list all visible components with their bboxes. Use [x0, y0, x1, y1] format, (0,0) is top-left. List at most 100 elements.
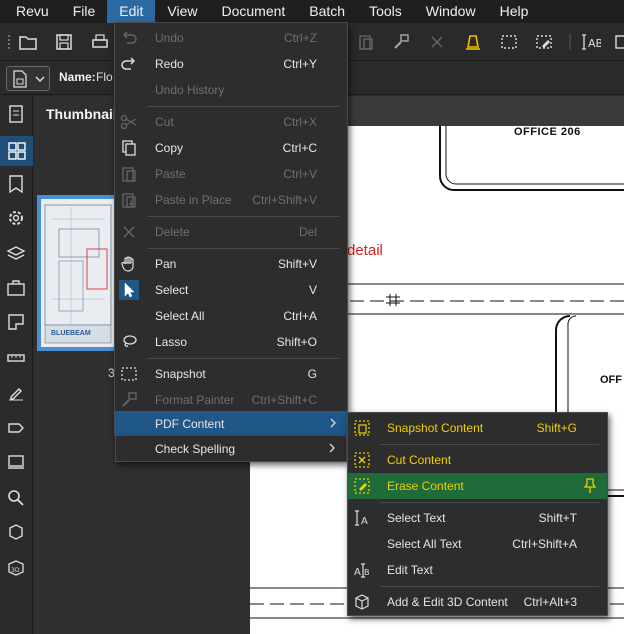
bookmarks-icon[interactable]: [4, 172, 28, 196]
edit-menu: Undo Ctrl+Z Redo Ctrl+Y Undo History Cut…: [114, 22, 348, 437]
menu-item-pdf-content[interactable]: PDF Content: [115, 411, 347, 437]
menu-item-check-spelling[interactable]: Check Spelling: [115, 436, 347, 462]
name-value: Flo: [96, 70, 113, 84]
cursor-arrow-icon: [119, 280, 139, 300]
signature-pen-icon[interactable]: [4, 380, 28, 404]
menu-item-format-painter[interactable]: Format Painter Ctrl+Shift+C: [115, 387, 347, 413]
svg-text:A: A: [361, 516, 368, 527]
room-label-office: OFF: [600, 374, 622, 386]
measure-ruler-icon[interactable]: [4, 346, 28, 370]
menu-item-copy[interactable]: Copy Ctrl+C: [115, 135, 347, 161]
submenu-item-add-edit-3d-content[interactable]: Add & Edit 3D Content Ctrl+Alt+3: [348, 589, 607, 615]
select-text-toolbar-icon[interactable]: AB: [580, 31, 602, 53]
menu-bar: Revu File Edit View Document Batch Tools…: [0, 0, 624, 23]
submenu-item-select-all-text[interactable]: Select All Text Ctrl+Shift+A: [348, 531, 607, 557]
menu-item-select-all[interactable]: Select All Ctrl+A: [115, 303, 347, 329]
menu-item-undo-history[interactable]: Undo History: [115, 77, 347, 103]
snapshot-content-toolbar-icon[interactable]: [612, 31, 624, 53]
menu-item-delete[interactable]: Delete Del: [115, 219, 347, 245]
submenu-arrow-icon: [329, 417, 337, 432]
menu-edit[interactable]: Edit: [107, 0, 156, 23]
menu-item-snapshot[interactable]: Snapshot G: [115, 361, 347, 387]
erase-content-toolbar-icon[interactable]: [533, 31, 555, 53]
thumbnails-icon[interactable]: [0, 136, 33, 166]
search-icon[interactable]: [4, 486, 28, 510]
submenu-item-select-text[interactable]: A Select Text Shift+T: [348, 505, 607, 531]
toolbar-separator: [567, 31, 573, 53]
paintbrush-icon: [119, 390, 139, 410]
menu-window[interactable]: Window: [414, 0, 488, 23]
detail-markup-text: detail: [347, 242, 383, 259]
submenu-arrow-icon: [328, 442, 336, 457]
file-type-dropdown[interactable]: [6, 66, 50, 91]
save-icon[interactable]: [53, 31, 75, 53]
properties-gear-icon[interactable]: [4, 206, 28, 230]
paste-toolbar-icon[interactable]: [355, 31, 377, 53]
menu-item-select[interactable]: Select V: [115, 277, 347, 303]
studio-icon[interactable]: [4, 520, 28, 544]
menu-item-undo[interactable]: Undo Ctrl+Z: [115, 25, 347, 51]
snapshot-content-icon: [352, 418, 372, 438]
snapshot-icon: [119, 364, 139, 384]
highlighter-toolbar-icon[interactable]: [462, 31, 484, 53]
menu-item-pan[interactable]: Pan Shift+V: [115, 251, 347, 277]
lasso-icon: [119, 332, 139, 352]
thumbnail-drawing: [44, 204, 112, 344]
pin-icon[interactable]: [583, 477, 597, 498]
cut-content-icon: [352, 450, 372, 470]
page-thumbnail[interactable]: BLUEBEAM: [37, 195, 119, 351]
paste-in-place-icon: [119, 190, 139, 210]
menu-batch[interactable]: Batch: [297, 0, 357, 23]
menu-separator: [380, 586, 599, 587]
menu-revu[interactable]: Revu: [0, 0, 61, 23]
submenu-item-erase-content[interactable]: Erase Content: [348, 473, 607, 499]
svg-text:AB: AB: [588, 37, 601, 50]
menu-separator: [380, 444, 599, 445]
svg-text:3D: 3D: [11, 567, 20, 574]
panel-title: Thumbnail: [46, 106, 117, 122]
toolbox-icon[interactable]: [4, 276, 28, 300]
chevron-down-icon: [35, 76, 45, 83]
undo-icon: [119, 28, 139, 48]
menu-separator: [147, 358, 339, 359]
snapshot-toolbar-icon[interactable]: [498, 31, 520, 53]
room-label-office-206: OFFICE 206: [514, 126, 581, 138]
delete-toolbar-icon[interactable]: [426, 31, 448, 53]
redo-icon: [119, 54, 139, 74]
menu-tools[interactable]: Tools: [357, 0, 414, 23]
menu-item-paste[interactable]: Paste Ctrl+V: [115, 161, 347, 187]
menu-separator: [147, 248, 339, 249]
menu-separator: [147, 106, 339, 107]
menu-view[interactable]: View: [155, 0, 209, 23]
menu-file[interactable]: File: [61, 0, 108, 23]
menu-item-paste-in-place[interactable]: Paste in Place Ctrl+Shift+V: [115, 187, 347, 213]
format-painter-toolbar-icon[interactable]: [390, 31, 412, 53]
tag-icon[interactable]: [4, 416, 28, 440]
layers-icon[interactable]: [4, 242, 28, 266]
submenu-item-snapshot-content[interactable]: Snapshot Content Shift+G: [348, 415, 607, 441]
menu-item-redo[interactable]: Redo Ctrl+Y: [115, 51, 347, 77]
submenu-item-cut-content[interactable]: Cut Content: [348, 447, 607, 473]
menu-separator: [380, 502, 599, 503]
submenu-item-edit-text[interactable]: AB Edit Text: [348, 557, 607, 583]
spaces-icon[interactable]: [4, 310, 28, 334]
pdf-content-submenu: Snapshot Content Shift+G Cut Content Era…: [347, 412, 608, 616]
copy-icon: [119, 138, 139, 158]
paste-icon: [119, 164, 139, 184]
3d-model-icon[interactable]: 3D: [4, 556, 28, 580]
markups-list-icon[interactable]: [4, 450, 28, 474]
menu-item-cut[interactable]: Cut Ctrl+X: [115, 109, 347, 135]
print-icon[interactable]: [89, 31, 111, 53]
document-icon: [13, 70, 27, 88]
open-folder-icon[interactable]: [17, 31, 39, 53]
menu-help[interactable]: Help: [488, 0, 541, 23]
name-label: Name:: [59, 70, 96, 84]
select-text-icon: A: [352, 508, 372, 528]
menu-separator: [147, 216, 339, 217]
svg-text:A: A: [354, 567, 361, 578]
menu-document[interactable]: Document: [209, 0, 297, 23]
menu-item-lasso[interactable]: Lasso Shift+O: [115, 329, 347, 355]
file-access-icon[interactable]: [4, 102, 28, 126]
left-tool-rail: 3D: [0, 96, 33, 634]
hand-icon: [119, 254, 139, 274]
